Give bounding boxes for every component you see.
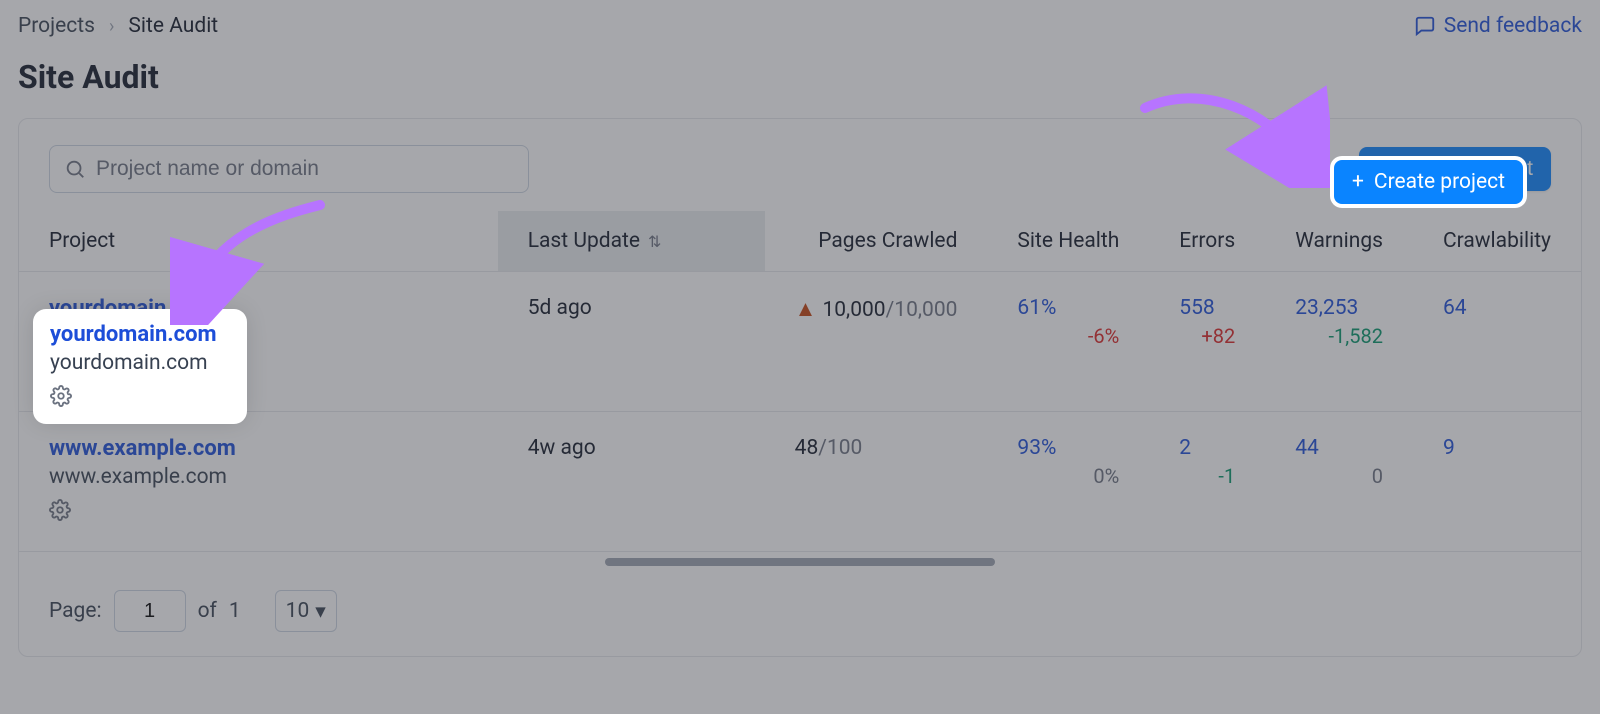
breadcrumb-current: Site Audit <box>128 14 218 38</box>
cell-last-update: 5d ago <box>498 272 765 412</box>
page-input[interactable] <box>114 590 186 632</box>
send-feedback-label: Send feedback <box>1444 14 1582 38</box>
project-link-highlight[interactable]: yourdomain.com <box>50 322 230 347</box>
chevron-right-icon: › <box>109 16 114 37</box>
project-domain-highlight: yourdomain.com <box>50 351 230 375</box>
cell-site-health: 93%0% <box>987 412 1149 552</box>
project-settings[interactable] <box>49 499 468 527</box>
cell-pages-crawled: 48/100 <box>765 412 988 552</box>
sort-icon: ⇅ <box>648 232 661 251</box>
page-size-value: 10 <box>286 599 310 623</box>
col-pages-crawled[interactable]: Pages Crawled <box>765 211 988 272</box>
pagination: Page: of 1 10 ▾ <box>19 566 1581 632</box>
cell-errors: 2-1 <box>1149 412 1265 552</box>
search-box[interactable] <box>49 145 529 193</box>
col-project[interactable]: Project <box>19 211 498 272</box>
send-feedback-link[interactable]: Send feedback <box>1414 14 1582 38</box>
page-size-select[interactable]: 10 ▾ <box>275 590 337 632</box>
col-site-health[interactable]: Site Health <box>987 211 1149 272</box>
highlight-create-project-button[interactable]: + Create project <box>1334 160 1523 204</box>
warning-icon: ▲ <box>795 297 817 322</box>
create-project-label-highlight: Create project <box>1374 170 1505 194</box>
breadcrumb-projects[interactable]: Projects <box>18 14 95 38</box>
projects-table: Project Last Update⇅ Pages Crawled Site … <box>19 211 1581 552</box>
cell-warnings: 23,253-1,582 <box>1265 272 1413 412</box>
project-settings-highlight[interactable] <box>50 385 230 411</box>
cell-pages-crawled: ▲10,000/10,000 <box>765 272 988 412</box>
cell-errors: 558+82 <box>1149 272 1265 412</box>
table-row: yourdomain.com yourdomain.com 5d ago▲10,00… <box>19 272 1581 412</box>
highlight-project-cell: yourdomain.com yourdomain.com <box>36 312 244 421</box>
horizontal-scrollbar[interactable] <box>605 558 995 566</box>
gear-icon <box>49 499 71 521</box>
cell-crawlability: 9 <box>1413 412 1581 552</box>
page-title: Site Audit <box>18 58 1582 96</box>
table-row: www.example.com www.example.com 4w ago48/1… <box>19 412 1581 552</box>
comment-icon <box>1414 15 1436 37</box>
col-crawlability[interactable]: Crawlability <box>1413 211 1581 272</box>
gear-icon <box>50 385 72 407</box>
col-warnings[interactable]: Warnings <box>1265 211 1413 272</box>
cell-crawlability: 64 <box>1413 272 1581 412</box>
cell-last-update: 4w ago <box>498 412 765 552</box>
cell-warnings: 440 <box>1265 412 1413 552</box>
search-input[interactable] <box>96 157 514 181</box>
project-link[interactable]: www.example.com <box>49 436 468 461</box>
page-label: Page: <box>49 599 102 623</box>
chevron-down-icon: ▾ <box>315 599 326 624</box>
breadcrumb: Projects › Site Audit <box>18 14 218 38</box>
col-errors[interactable]: Errors <box>1149 211 1265 272</box>
search-icon <box>64 158 86 180</box>
plus-icon: + <box>1352 170 1364 194</box>
cell-site-health: 61%-6% <box>987 272 1149 412</box>
project-domain: www.example.com <box>49 465 468 489</box>
page-of-label: of <box>198 599 217 623</box>
page-total: 1 <box>229 599 241 623</box>
col-last-update[interactable]: Last Update⇅ <box>498 211 765 272</box>
